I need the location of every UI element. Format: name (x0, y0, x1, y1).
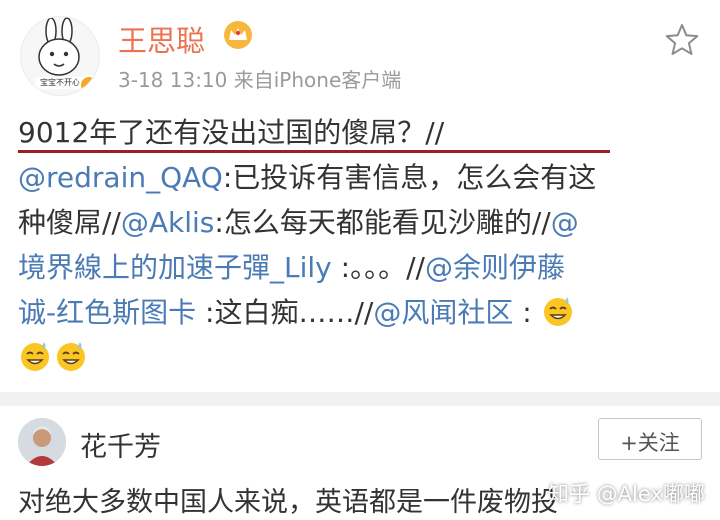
post-text: 9012年了还有没出过国的傻屌？// (18, 116, 445, 149)
watermark: 知乎 @Alex嘟嘟 (548, 482, 705, 506)
mention-link[interactable]: 诚-红色斯图卡 (18, 296, 196, 329)
post-meta: 3-18 13:10 来自iPhone客户端 (118, 68, 402, 92)
follow-button-label: +关注 (620, 431, 680, 455)
post-text: :怎么每天都能看见沙雕的// (214, 206, 551, 239)
post-text: :。。。// (331, 251, 425, 284)
author-avatar[interactable]: 宝宝不开心 (20, 16, 100, 96)
post-line-1: 9012年了还有没出过国的傻屌？// (18, 110, 704, 155)
post-text: : (513, 296, 541, 329)
post-line-5: 诚-红色斯图卡 :这白痴……//@风闻社区 : (18, 290, 704, 335)
red-underline-annotation (18, 150, 610, 153)
commenter-name[interactable]: 花千芳 (80, 425, 161, 464)
mention-link[interactable]: 境界線上的加速子彈_Lily (18, 251, 332, 284)
comment-text: 对绝大多数中国人来说，英语都是一件废物投 (18, 487, 558, 518)
post-line-6 (18, 335, 704, 380)
post-line-4: 境界線上的加速子彈_Lily :。。。//@余则伊藤 (18, 245, 704, 290)
grinning-sweat-emoji-icon (543, 297, 572, 326)
verified-badge-icon (79, 75, 99, 95)
vip-crown-icon (224, 21, 252, 49)
post-text: :已投诉有害信息，怎么会有这 (222, 161, 597, 194)
mention-link[interactable]: @Aklis (121, 206, 215, 239)
post-line-2: @redrain_QAQ:已投诉有害信息，怎么会有这 (18, 155, 704, 200)
mention-link[interactable]: @ (551, 206, 579, 239)
user-avatar-icon (18, 418, 66, 466)
mention-link[interactable]: @redrain_QAQ (18, 161, 223, 194)
post-text: :这白痴……// (196, 296, 374, 329)
section-divider (0, 392, 720, 406)
author-name[interactable]: 王思聪 (118, 18, 205, 60)
mention-link[interactable]: @风闻社区 (373, 296, 513, 329)
grinning-sweat-emoji-icon (57, 342, 85, 371)
post-line-3: 种傻屌//@Aklis:怎么每天都能看见沙雕的//@ (18, 200, 704, 245)
commenter-avatar[interactable] (18, 418, 66, 466)
follow-button[interactable]: +关注 (598, 418, 702, 460)
favorite-star-icon[interactable] (664, 22, 700, 58)
mention-link[interactable]: @余则伊藤 (425, 251, 565, 284)
avatar-caption: 宝宝不开心 (40, 78, 80, 87)
post-text: 种傻屌// (18, 206, 121, 239)
grinning-sweat-emoji-icon (21, 342, 49, 371)
